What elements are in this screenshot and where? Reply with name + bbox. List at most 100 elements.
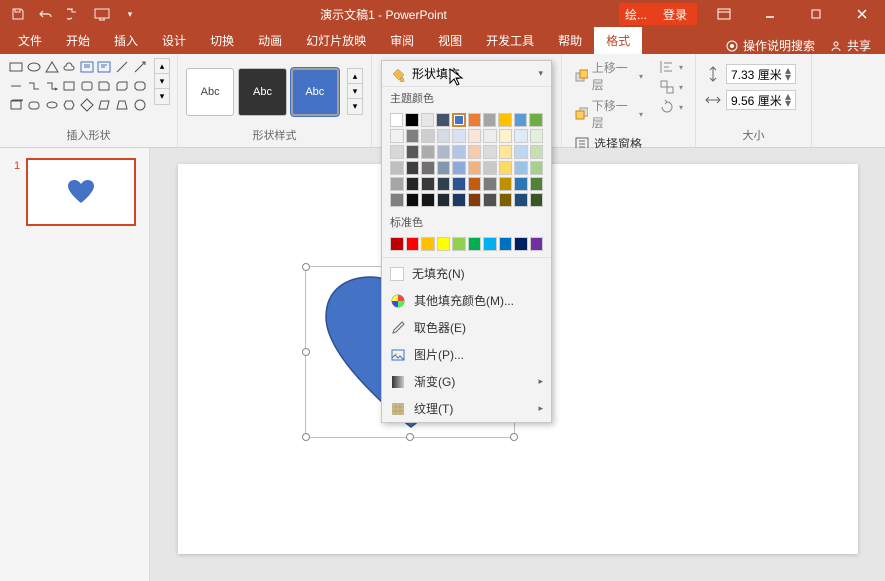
theme-color-swatch[interactable] [421,177,435,191]
shape-para-icon[interactable] [96,96,113,113]
theme-color-swatch[interactable] [437,145,451,159]
slide-thumbnail-1[interactable]: 1 [26,158,136,226]
theme-color-swatch[interactable] [405,113,418,127]
shape-sniprect2-icon[interactable] [114,77,131,94]
shape-s2-icon[interactable] [26,96,43,113]
theme-color-swatch[interactable] [452,129,466,143]
gallery-down-icon[interactable]: ▾ [155,74,169,89]
theme-color-swatch[interactable] [437,177,451,191]
theme-color-swatch[interactable] [406,193,420,207]
theme-color-swatch[interactable] [483,145,497,159]
align-button[interactable]: ▾ [655,58,687,76]
theme-color-swatch[interactable] [421,129,435,143]
standard-color-swatch[interactable] [452,237,466,251]
undo-icon[interactable] [36,4,56,24]
theme-color-swatch[interactable] [499,129,513,143]
theme-color-swatch[interactable] [452,145,466,159]
theme-color-swatch[interactable] [514,177,528,191]
gradient-item[interactable]: 渐变(G)▸ [382,368,551,395]
theme-color-swatch[interactable] [499,145,513,159]
theme-color-swatch[interactable] [514,129,528,143]
eyedropper-item[interactable]: 取色器(E) [382,314,551,341]
standard-color-swatch[interactable] [406,237,420,251]
qat-dropdown-icon[interactable]: ▾ [120,4,140,24]
tab-design[interactable]: 设计 [150,27,198,54]
share-button[interactable]: 共享 [829,37,871,54]
slideshow-icon[interactable] [92,4,112,24]
theme-color-swatch[interactable] [468,145,482,159]
minimize-icon[interactable] [747,0,793,28]
picture-item[interactable]: 图片(P)... [382,341,551,368]
theme-color-swatch[interactable] [390,113,403,127]
shape-connector-icon[interactable] [26,77,43,94]
tab-format[interactable]: 格式 [594,27,642,54]
theme-color-swatch[interactable] [437,161,451,175]
shape-line2-icon[interactable] [8,77,25,94]
shape-sniprect-icon[interactable] [96,77,113,94]
shape-hex-icon[interactable] [61,96,78,113]
theme-color-swatch[interactable] [390,161,404,175]
rotate-button[interactable]: ▾ [655,98,687,116]
theme-color-swatch[interactable] [514,193,528,207]
send-backward-button[interactable]: 下移一层▾ [570,96,647,132]
shape-s1-icon[interactable] [8,96,25,113]
height-input[interactable]: 7.33 厘米▴▾ [726,64,796,84]
styles-down-icon[interactable]: ▾ [348,84,362,99]
shapes-gallery[interactable] [8,58,148,113]
redo-icon[interactable] [64,4,84,24]
tab-review[interactable]: 审阅 [378,27,426,54]
theme-color-swatch[interactable] [499,193,513,207]
gallery-more-icon[interactable]: ▾ [155,89,169,104]
theme-color-swatch[interactable] [498,113,511,127]
ribbon-options-icon[interactable] [701,0,747,28]
theme-color-swatch[interactable] [452,193,466,207]
styles-up-icon[interactable]: ▴ [348,69,362,84]
standard-color-swatch[interactable] [390,237,404,251]
tab-animations[interactable]: 动画 [246,27,294,54]
resize-handle-tl[interactable] [302,263,310,271]
shape-oval-icon[interactable] [26,58,43,75]
tab-help[interactable]: 帮助 [546,27,594,54]
draw-tab-indicator[interactable]: 绘... [619,3,653,25]
gallery-up-icon[interactable]: ▴ [155,59,169,74]
standard-color-swatch[interactable] [421,237,435,251]
theme-color-swatch[interactable] [468,193,482,207]
style-preset-3[interactable]: Abc [291,68,339,116]
no-fill-item[interactable]: 无填充(N) [382,260,551,287]
theme-color-swatch[interactable] [437,129,451,143]
theme-color-swatch[interactable] [421,161,435,175]
theme-color-swatch[interactable] [452,113,466,127]
theme-color-swatch[interactable] [530,161,544,175]
theme-color-swatch[interactable] [421,113,434,127]
theme-color-swatch[interactable] [452,177,466,191]
style-preset-2[interactable]: Abc [238,68,286,116]
theme-color-swatch[interactable] [483,177,497,191]
shape-textbox-icon[interactable] [79,58,96,75]
theme-color-swatch[interactable] [452,161,466,175]
theme-color-swatch[interactable] [530,177,544,191]
group-button[interactable]: ▾ [655,78,687,96]
theme-color-swatch[interactable] [436,113,449,127]
theme-color-swatch[interactable] [529,113,542,127]
tab-transitions[interactable]: 切换 [198,27,246,54]
login-button[interactable]: 登录 [653,3,697,25]
style-preset-1[interactable]: Abc [186,68,234,116]
theme-color-swatch[interactable] [530,145,544,159]
shape-fill-header[interactable]: 形状填充 ▾ [382,61,551,87]
tab-view[interactable]: 视图 [426,27,474,54]
shape-textbox2-icon[interactable] [96,58,113,75]
styles-more-icon[interactable]: ▾ [348,99,362,114]
theme-color-swatch[interactable] [406,145,420,159]
shape-cloud-icon[interactable] [61,58,78,75]
standard-color-swatch[interactable] [483,237,497,251]
resize-handle-b[interactable] [406,433,414,441]
tab-home[interactable]: 开始 [54,27,102,54]
width-input[interactable]: 9.56 厘米▴▾ [726,90,796,110]
theme-color-swatch[interactable] [421,193,435,207]
theme-color-swatch[interactable] [483,113,496,127]
theme-color-swatch[interactable] [468,113,481,127]
bring-forward-button[interactable]: 上移一层▾ [570,58,647,94]
theme-color-swatch[interactable] [483,193,497,207]
tab-file[interactable]: 文件 [6,27,54,54]
standard-color-swatch[interactable] [530,237,544,251]
